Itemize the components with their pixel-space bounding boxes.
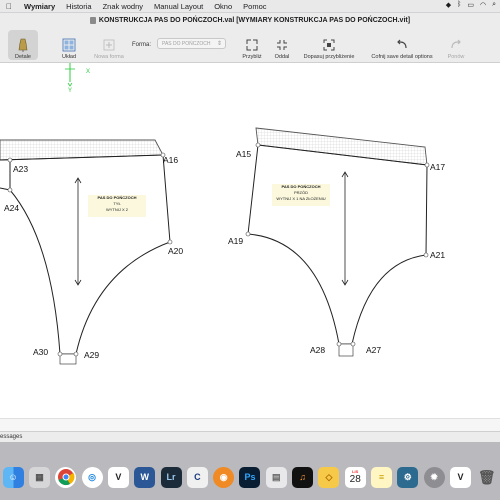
- back-outline[interactable]: [0, 154, 171, 355]
- back-piece-label: PAS DO POŃCZOCH TYŁ WYTNIJ X 2: [88, 195, 146, 217]
- layout-icon: [62, 38, 76, 52]
- axis-y-label: Y: [68, 88, 72, 94]
- zoom-out-icon: [277, 40, 287, 50]
- ponow-button[interactable]: Ponów: [444, 30, 468, 60]
- oddal-button[interactable]: Oddal: [271, 30, 293, 60]
- zoom-in-icon: [246, 39, 258, 51]
- forma-select-value: PAS DO POŃCZOCH: [162, 40, 211, 47]
- fit-best-icon: [323, 39, 335, 51]
- dock: ☺ ▦ ◎ V W Lr C ◉ Ps ▤ ♫ ◇ LIS 28 ≡ ⚙ ✹ V…: [0, 456, 500, 498]
- pattern-piece-back[interactable]: A23 A16 A24 A20 A30 A29: [0, 139, 183, 365]
- new-piece-icon: [103, 39, 115, 51]
- sketch-icon[interactable]: ◇: [318, 466, 340, 488]
- launchpad-icon[interactable]: ▦: [28, 466, 50, 488]
- settings-icon[interactable]: ✹: [423, 466, 445, 488]
- valentina-2-icon[interactable]: V: [449, 466, 471, 488]
- toolbar: Detale Układ Nowa forma Przybliż Oddal D…: [0, 27, 500, 63]
- canvas-scroll-area: [0, 418, 500, 432]
- przybliz-button[interactable]: Przybliż: [240, 30, 264, 60]
- point-a21: A21: [430, 250, 445, 260]
- layout-canvas[interactable]: X Y A23 A16 A24 A20 A30 A29 A15 A17 A19 …: [0, 63, 500, 418]
- back-piece-cut: WYTNIJ X 2: [105, 207, 128, 212]
- menu-manual-layout[interactable]: Manual Layout: [154, 2, 203, 11]
- preview-icon[interactable]: ▤: [265, 466, 287, 488]
- menu-historia[interactable]: Historia: [66, 2, 91, 11]
- point-a16: A16: [163, 155, 178, 165]
- photoshop-icon[interactable]: Ps: [239, 466, 261, 488]
- calendar-day: 28: [349, 474, 361, 485]
- detale-label: Detale: [15, 54, 31, 60]
- lightroom-icon[interactable]: Lr: [160, 466, 182, 488]
- axis-x-label: X: [86, 69, 90, 75]
- menu-okno[interactable]: Okno: [214, 2, 232, 11]
- redo-icon: [451, 39, 461, 49]
- app-icon[interactable]: ⚙: [397, 466, 419, 488]
- forma-select[interactable]: PAS DO POŃCZOCH ⇕: [157, 38, 226, 49]
- dopasuj-label: Dopasuj przybliżenie: [303, 54, 355, 60]
- origin-axes: X Y: [65, 63, 90, 94]
- chevron-updown-icon: ⇕: [216, 41, 222, 47]
- point-a28: A28: [310, 345, 325, 355]
- word-icon[interactable]: W: [134, 466, 156, 488]
- front-outline[interactable]: [247, 144, 428, 345]
- valentina-icon[interactable]: V: [107, 466, 129, 488]
- nowa-forma-label: Nowa forma: [94, 54, 124, 60]
- przybliz-label: Przybliż: [242, 54, 262, 60]
- pattern-drawing[interactable]: X Y A23 A16 A24 A20 A30 A29 A15 A17 A19 …: [0, 63, 500, 418]
- calendar-icon[interactable]: LIS 28: [344, 466, 366, 488]
- forma-label: Forma:: [132, 42, 152, 48]
- pattern-piece-front[interactable]: A15 A17 A19 A21 A28 A27: [228, 127, 445, 357]
- undo-icon: [397, 39, 407, 49]
- point-a19: A19: [228, 236, 243, 246]
- bluetooth-icon[interactable]: ᛒ: [457, 1, 461, 9]
- dropbox-icon[interactable]: ◆: [446, 1, 451, 9]
- spotlight-icon[interactable]: ⌕: [492, 1, 496, 9]
- point-a20: A20: [168, 246, 183, 256]
- uklad-label: Układ: [61, 54, 77, 60]
- point-a30: A30: [33, 347, 48, 357]
- clo-icon[interactable]: C: [186, 466, 208, 488]
- back-tab: [59, 353, 77, 365]
- point-a15: A15: [236, 149, 251, 159]
- ponow-label: Ponów: [447, 54, 465, 60]
- point-a17: A17: [430, 162, 445, 172]
- menu-pomoc[interactable]: Pomoc: [243, 2, 266, 11]
- blender-icon[interactable]: ◉: [213, 466, 235, 488]
- chrome-icon[interactable]: [55, 466, 77, 488]
- dress-form-icon: [18, 38, 28, 52]
- window-title: KONSTRUKCJA PAS DO POŃCZOCH.val [WYMIARY…: [98, 16, 411, 24]
- status-icons: ◆ ᛒ ▭ ◠ ⌕: [446, 1, 496, 9]
- point-a24: A24: [4, 203, 19, 213]
- front-piece-label: PAS DO POŃCZOCH PRZÓD WYTNIJ X 1 NA ZŁOŻ…: [272, 184, 330, 206]
- detale-button[interactable]: Detale: [8, 30, 38, 60]
- cofnij-button[interactable]: Cofnij save detail options: [366, 30, 438, 60]
- window-title-bar: KONSTRUKCJA PAS DO POŃCZOCH.val [WYMIARY…: [0, 13, 500, 27]
- notes-icon[interactable]: ≡: [371, 466, 393, 488]
- oddal-label: Oddal: [274, 54, 290, 60]
- front-piece-cut: WYTNIJ X 1 NA ZŁOŻENIU: [276, 196, 326, 201]
- menu-znak-wodny[interactable]: Znak wodny: [103, 2, 143, 11]
- safari-icon[interactable]: ◎: [81, 466, 103, 488]
- apple-icon[interactable]: : [6, 2, 16, 11]
- trash-icon[interactable]: 🗑: [476, 467, 497, 488]
- menu-wymiary[interactable]: Wymiary: [24, 2, 55, 11]
- front-waistband[interactable]: [255, 127, 428, 166]
- nowa-forma-button[interactable]: Nowa forma: [91, 30, 127, 60]
- messages-label: essages: [0, 434, 23, 440]
- menu-bar:  Wymiary Historia Znak wodny Manual Lay…: [0, 0, 500, 13]
- point-a23: A23: [13, 164, 28, 174]
- battery-icon[interactable]: ▭: [467, 1, 474, 9]
- uklad-button[interactable]: Układ: [56, 30, 82, 60]
- cofnij-label: Cofnij save detail options: [371, 54, 433, 60]
- front-tab: [338, 343, 354, 357]
- dopasuj-button[interactable]: Dopasuj przybliżenie: [300, 30, 358, 60]
- document-icon: [89, 16, 96, 24]
- music-icon[interactable]: ♫: [292, 466, 314, 488]
- finder-icon[interactable]: ☺: [2, 466, 24, 488]
- wifi-icon[interactable]: ◠: [480, 1, 486, 9]
- point-a27: A27: [366, 345, 381, 355]
- point-a29: A29: [84, 350, 99, 360]
